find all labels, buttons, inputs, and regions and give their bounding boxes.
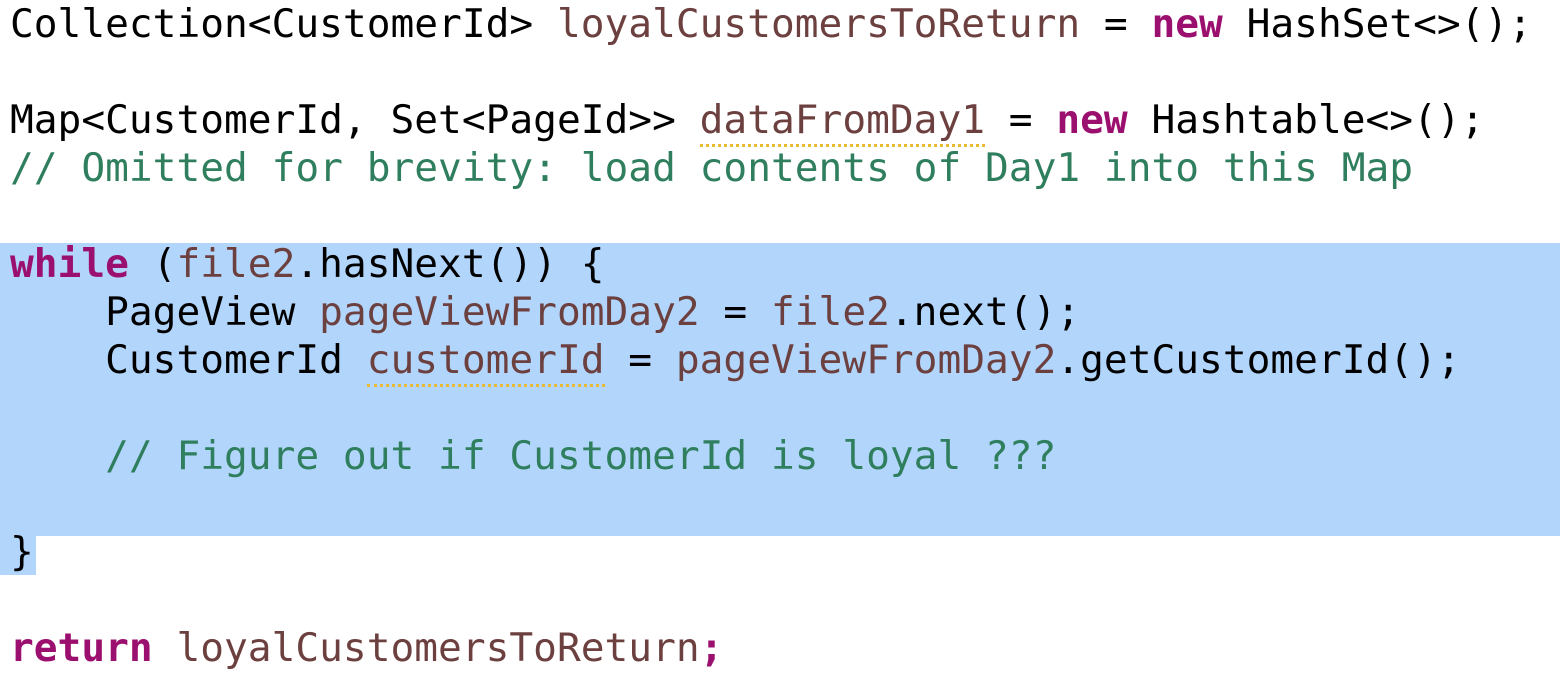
- code-token-comment: // Omitted for brevity: load contents of…: [10, 145, 1414, 191]
- code-token-keyword: new: [1151, 1, 1223, 47]
- code-token-ident: loyalCustomersToReturn: [176, 625, 700, 671]
- code-token-keyword: while: [10, 241, 129, 287]
- code-line[interactable]: Collection<CustomerId> loyalCustomersToR…: [10, 0, 1560, 48]
- code-token-plain: =: [985, 97, 1057, 143]
- code-token-ident: file2: [176, 241, 296, 287]
- code-token-plain: .getCustomerId();: [1056, 337, 1461, 383]
- code-token-plain: .hasNext()) {: [295, 241, 605, 287]
- code-line[interactable]: [10, 576, 1560, 624]
- code-line-container[interactable]: Collection<CustomerId> loyalCustomersToR…: [0, 0, 1560, 672]
- code-token-plain: .next();: [889, 289, 1081, 335]
- code-line[interactable]: PageView pageViewFromDay2 = file2.next()…: [10, 288, 1560, 336]
- code-token-plain: Collection<CustomerId>: [10, 1, 557, 47]
- code-line[interactable]: CustomerId customerId = pageViewFromDay2…: [10, 336, 1560, 387]
- code-token-plain: =: [604, 337, 676, 383]
- code-line[interactable]: }: [10, 528, 1560, 576]
- code-token-ident: file2: [771, 289, 890, 335]
- code-line[interactable]: [10, 384, 1560, 432]
- code-token-keyword: new: [1056, 97, 1128, 143]
- code-token-comment: // Figure out if CustomerId is loyal ???: [105, 433, 1057, 479]
- code-line[interactable]: // Figure out if CustomerId is loyal ???: [10, 432, 1560, 480]
- code-token-plain: =: [1080, 1, 1152, 47]
- code-token-plain: Map<CustomerId, Set<PageId>>: [10, 97, 700, 143]
- code-token-plain: CustomerId: [10, 337, 367, 383]
- code-token-semi-kw: ;: [699, 625, 724, 671]
- code-line[interactable]: Map<CustomerId, Set<PageId>> dataFromDay…: [10, 96, 1560, 147]
- code-line[interactable]: return loyalCustomersToReturn;: [10, 624, 1560, 672]
- code-token-plain: }: [10, 529, 34, 575]
- code-token-ident: pageViewFromDay2: [675, 337, 1057, 383]
- code-line[interactable]: [10, 480, 1560, 528]
- code-token-keyword: return: [10, 625, 153, 671]
- code-token-plain: Hashtable<>();: [1127, 97, 1485, 143]
- code-token-plain: PageView: [10, 289, 320, 335]
- code-token-underline: customerId: [366, 337, 605, 387]
- code-token-underline: dataFromDay1: [699, 97, 986, 147]
- code-token-plain: =: [699, 289, 771, 335]
- code-token-ident: loyalCustomersToReturn: [556, 1, 1081, 47]
- code-token-ident: pageViewFromDay2: [319, 289, 700, 335]
- code-line[interactable]: while (file2.hasNext()) {: [10, 240, 1560, 288]
- code-line[interactable]: [10, 192, 1560, 240]
- code-editor-view[interactable]: Collection<CustomerId> loyalCustomersToR…: [0, 0, 1560, 684]
- code-line[interactable]: [10, 48, 1560, 96]
- code-line[interactable]: // Omitted for brevity: load contents of…: [10, 144, 1560, 192]
- code-token-plain: HashSet<>();: [1222, 1, 1532, 47]
- code-token-plain: (: [128, 241, 177, 287]
